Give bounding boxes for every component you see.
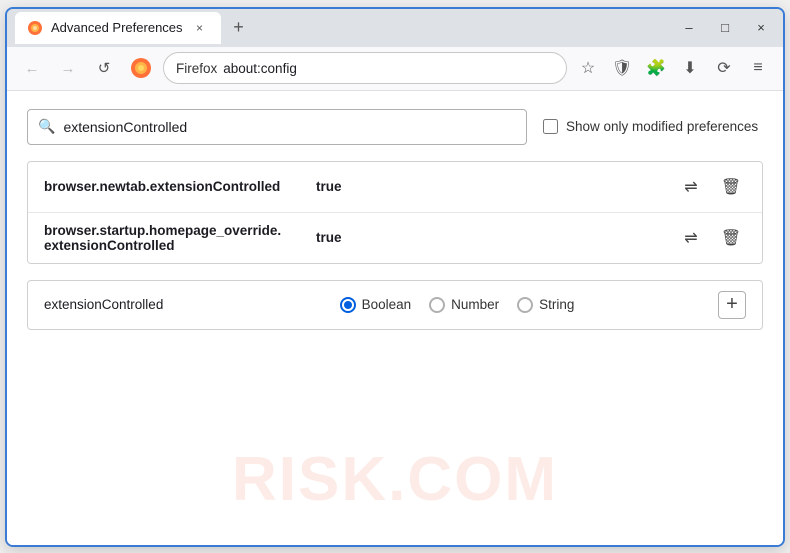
show-modified-checkbox[interactable] — [543, 119, 558, 134]
pref-value-1: true — [316, 179, 342, 194]
new-pref-row: extensionControlled Boolean Number Strin… — [27, 280, 763, 330]
download-icon[interactable]: ⬇ — [675, 53, 705, 83]
search-input[interactable] — [63, 119, 516, 135]
show-modified-label: Show only modified preferences — [566, 119, 758, 134]
toolbar: ← → ↺ Firefox about:config ☆ 🛡 🧩 ⬇ ⟳ ≡ — [7, 47, 783, 91]
address-bar[interactable]: Firefox about:config — [163, 52, 567, 84]
delete-button-2[interactable]: 🗑 — [716, 223, 746, 253]
tab-bar: Advanced Preferences × + – □ × — [7, 9, 783, 47]
table-row: browser.newtab.extensionControlled true … — [28, 162, 762, 213]
boolean-label: Boolean — [362, 297, 412, 312]
pref-name-1: browser.newtab.extensionControlled — [44, 179, 304, 194]
string-option[interactable]: String — [517, 297, 574, 313]
row-actions-2: ⇌ 🗑 — [676, 223, 746, 253]
back-button[interactable]: ← — [17, 53, 47, 83]
number-radio-icon — [429, 297, 445, 313]
extension-icon[interactable]: 🧩 — [641, 53, 671, 83]
new-tab-button[interactable]: + — [225, 14, 253, 42]
close-button[interactable]: × — [747, 14, 775, 42]
window-controls: – □ × — [675, 14, 775, 42]
search-icon: 🔍 — [38, 118, 55, 135]
pref-name-2-line1: browser.startup.homepage_override. — [44, 223, 304, 238]
bookmark-icon[interactable]: ☆ — [573, 53, 603, 83]
row-actions-1: ⇌ 🗑 — [676, 172, 746, 202]
shield-icon[interactable]: 🛡 — [607, 53, 637, 83]
pref-name-2-wrap: browser.startup.homepage_override. exten… — [44, 223, 304, 253]
pref-value-2: true — [316, 230, 342, 245]
firefox-logo-icon — [129, 56, 153, 80]
pref-name-2-line2: extensionControlled — [44, 238, 304, 253]
toolbar-icons: ☆ 🛡 🧩 ⬇ ⟳ ≡ — [573, 53, 773, 83]
boolean-radio-icon — [340, 297, 356, 313]
page-content: RISK.COM 🔍 Show only modified preference… — [7, 91, 783, 545]
search-row: 🔍 Show only modified preferences — [27, 109, 763, 145]
sync-icon[interactable]: ⟳ — [709, 53, 739, 83]
browser-window: Advanced Preferences × + – □ × ← → ↺ Fir… — [5, 7, 785, 547]
minimize-button[interactable]: – — [675, 14, 703, 42]
show-modified-row: Show only modified preferences — [543, 119, 758, 134]
type-options: Boolean Number String — [220, 297, 694, 313]
tab-title: Advanced Preferences — [51, 20, 183, 35]
forward-button[interactable]: → — [53, 53, 83, 83]
maximize-button[interactable]: □ — [711, 14, 739, 42]
active-tab: Advanced Preferences × — [15, 12, 221, 44]
add-button[interactable]: + — [718, 291, 746, 319]
watermark: RISK.COM — [232, 444, 558, 515]
menu-icon[interactable]: ≡ — [743, 53, 773, 83]
tab-favicon — [27, 20, 43, 36]
table-row: browser.startup.homepage_override. exten… — [28, 213, 762, 263]
search-box[interactable]: 🔍 — [27, 109, 527, 145]
string-radio-icon — [517, 297, 533, 313]
number-label: Number — [451, 297, 499, 312]
tab-close-button[interactable]: × — [191, 19, 209, 37]
number-option[interactable]: Number — [429, 297, 499, 313]
string-label: String — [539, 297, 574, 312]
toggle-button-2[interactable]: ⇌ — [676, 223, 706, 253]
address-text: about:config — [223, 61, 554, 76]
reload-button[interactable]: ↺ — [89, 53, 119, 83]
results-table: browser.newtab.extensionControlled true … — [27, 161, 763, 264]
new-pref-name: extensionControlled — [44, 297, 204, 312]
browser-name-label: Firefox — [176, 61, 217, 76]
toggle-button-1[interactable]: ⇌ — [676, 172, 706, 202]
delete-button-1[interactable]: 🗑 — [716, 172, 746, 202]
boolean-option[interactable]: Boolean — [340, 297, 412, 313]
